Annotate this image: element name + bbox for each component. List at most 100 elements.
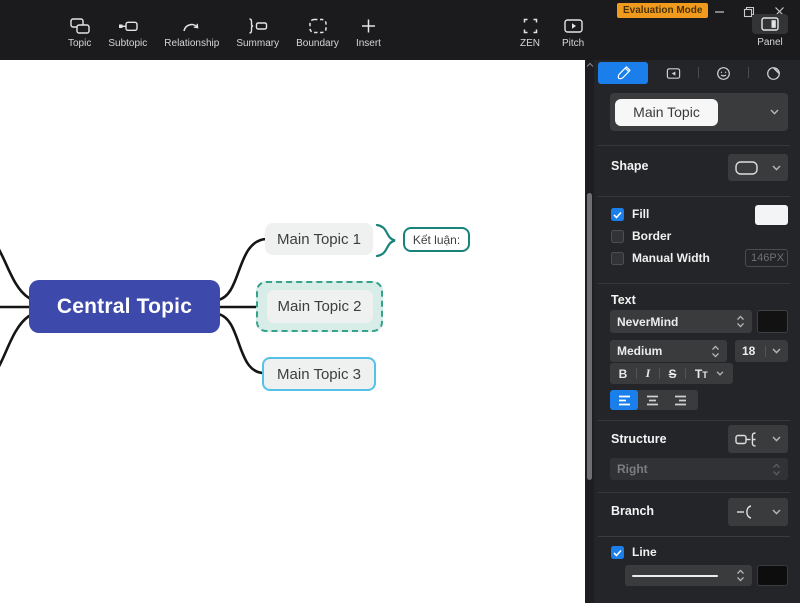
tab-clipart[interactable] xyxy=(748,62,798,84)
rounded-rect-shape-icon xyxy=(735,161,758,175)
structure-right-icon xyxy=(735,431,760,447)
minimize-button[interactable] xyxy=(704,3,734,20)
zen-button[interactable]: ZEN xyxy=(516,17,544,49)
section-divider xyxy=(598,536,790,537)
align-left-button[interactable] xyxy=(610,390,638,410)
main-topic-3-node[interactable]: Main Topic 3 xyxy=(262,357,376,391)
structure-direction-dropdown[interactable]: Right xyxy=(610,458,788,480)
font-family-dropdown[interactable]: NeverMind xyxy=(610,310,752,333)
shape-heading: Shape xyxy=(611,159,649,173)
section-divider xyxy=(598,420,790,421)
brush-icon xyxy=(616,66,631,81)
case-large: T xyxy=(695,367,702,381)
toolbar-item-label: Boundary xyxy=(296,39,339,49)
topic-style-selector[interactable]: Main Topic xyxy=(610,93,788,131)
align-right-button[interactable] xyxy=(666,390,694,410)
format-panel: Main Topic Shape Fill Border Manual xyxy=(585,60,800,603)
chevron-down-icon[interactable] xyxy=(716,371,724,376)
tab-style[interactable] xyxy=(598,62,648,84)
image-icon xyxy=(666,66,681,81)
font-size-value: 18 xyxy=(742,344,755,358)
chevron-down-icon xyxy=(772,509,781,515)
titlebar-toolbar: Evaluation Mode Topic xyxy=(0,0,800,60)
panel-toggle-button[interactable]: Panel xyxy=(748,14,792,48)
toolbar-item-label: Pitch xyxy=(562,39,584,49)
panel-scrollbar-track[interactable] xyxy=(585,60,594,603)
main-topic-1-node[interactable]: Main Topic 1 xyxy=(265,223,373,255)
section-divider xyxy=(598,492,790,493)
manual-width-label: Manual Width xyxy=(632,252,710,265)
central-topic-node[interactable]: Central Topic xyxy=(29,280,220,333)
smiley-icon xyxy=(716,66,731,81)
main-topic-2-selection: Main Topic 2 xyxy=(256,281,383,332)
stepper-icon xyxy=(711,345,720,358)
structure-heading: Structure xyxy=(611,432,667,446)
divider xyxy=(685,368,686,379)
plus-icon xyxy=(361,17,376,35)
text-case-button[interactable]: TT xyxy=(695,367,708,381)
manual-width-checkbox[interactable] xyxy=(611,252,624,265)
toolbar-item-label: Summary xyxy=(236,39,279,49)
text-format-bar: B I S TT xyxy=(610,363,733,384)
chevron-down-icon xyxy=(772,165,781,171)
line-label: Line xyxy=(632,546,657,559)
font-weight-dropdown[interactable]: Medium xyxy=(610,340,727,362)
shape-dropdown[interactable] xyxy=(728,154,788,181)
line-style-dropdown[interactable] xyxy=(625,565,752,586)
subtopic-icon xyxy=(118,17,138,35)
font-size-dropdown[interactable]: 18 xyxy=(735,340,788,362)
main-topic-2-node[interactable]: Main Topic 2 xyxy=(267,290,373,323)
stepper-icon xyxy=(736,315,745,328)
fill-color-swatch[interactable] xyxy=(755,205,788,225)
fill-label: Fill xyxy=(632,208,649,221)
line-color-swatch[interactable] xyxy=(757,565,788,586)
toolbar-view-group: ZEN Pitch xyxy=(516,17,588,49)
check-icon xyxy=(613,211,622,219)
divider xyxy=(659,368,660,379)
strikethrough-button[interactable]: S xyxy=(669,367,677,381)
tab-divider xyxy=(748,67,749,78)
insert-button[interactable]: Insert xyxy=(352,17,385,49)
font-color-swatch[interactable] xyxy=(757,310,788,333)
panel-scrollbar-thumb[interactable] xyxy=(587,193,592,480)
border-checkbox[interactable] xyxy=(611,230,624,243)
toolbar-panel-group: Panel xyxy=(748,14,792,48)
toolbar-item-label: Panel xyxy=(757,38,783,48)
summary-button[interactable]: Summary xyxy=(232,17,283,49)
zen-brackets-icon xyxy=(522,17,539,35)
fill-checkbox[interactable] xyxy=(611,208,624,221)
manual-width-input[interactable]: 146 PX xyxy=(745,249,788,267)
line-style-sample xyxy=(632,575,718,577)
bold-button[interactable]: B xyxy=(619,367,628,381)
align-center-button[interactable] xyxy=(638,390,666,410)
topic-button[interactable]: Topic xyxy=(64,17,95,49)
section-divider xyxy=(598,283,790,284)
branch-style-dropdown[interactable] xyxy=(728,498,788,526)
align-left-icon xyxy=(618,395,631,406)
summary-topic-node[interactable]: Kết luận: xyxy=(403,227,470,252)
boundary-button[interactable]: Boundary xyxy=(292,17,343,49)
stepper-icon xyxy=(772,463,781,476)
tab-image[interactable] xyxy=(648,62,698,84)
relationship-button[interactable]: Relationship xyxy=(160,17,223,49)
evaluation-mode-badge: Evaluation Mode xyxy=(617,3,708,18)
align-center-icon xyxy=(646,395,659,406)
tab-divider xyxy=(698,67,699,78)
line-checkbox[interactable] xyxy=(611,546,624,559)
chevron-down-icon xyxy=(772,348,781,354)
toolbar-item-label: Subtopic xyxy=(108,39,147,49)
mindmap-canvas[interactable]: Central Topic Main Topic 1 Main Topic 2 … xyxy=(0,60,585,603)
clip-tag-icon xyxy=(766,66,781,81)
branch-heading: Branch xyxy=(611,504,654,518)
italic-button[interactable]: I xyxy=(646,366,651,381)
structure-direction-value: Right xyxy=(617,462,648,476)
subtopic-button[interactable]: Subtopic xyxy=(104,17,151,49)
toolbar-insert-group: Topic Subtopic Relationship xyxy=(64,17,385,49)
text-heading: Text xyxy=(611,293,636,307)
xmind-window: Evaluation Mode Topic xyxy=(0,0,800,603)
border-label: Border xyxy=(632,230,671,243)
section-divider xyxy=(598,145,790,146)
pitch-button[interactable]: Pitch xyxy=(558,17,588,49)
tab-sticker[interactable] xyxy=(698,62,748,84)
structure-dropdown[interactable] xyxy=(728,425,788,453)
